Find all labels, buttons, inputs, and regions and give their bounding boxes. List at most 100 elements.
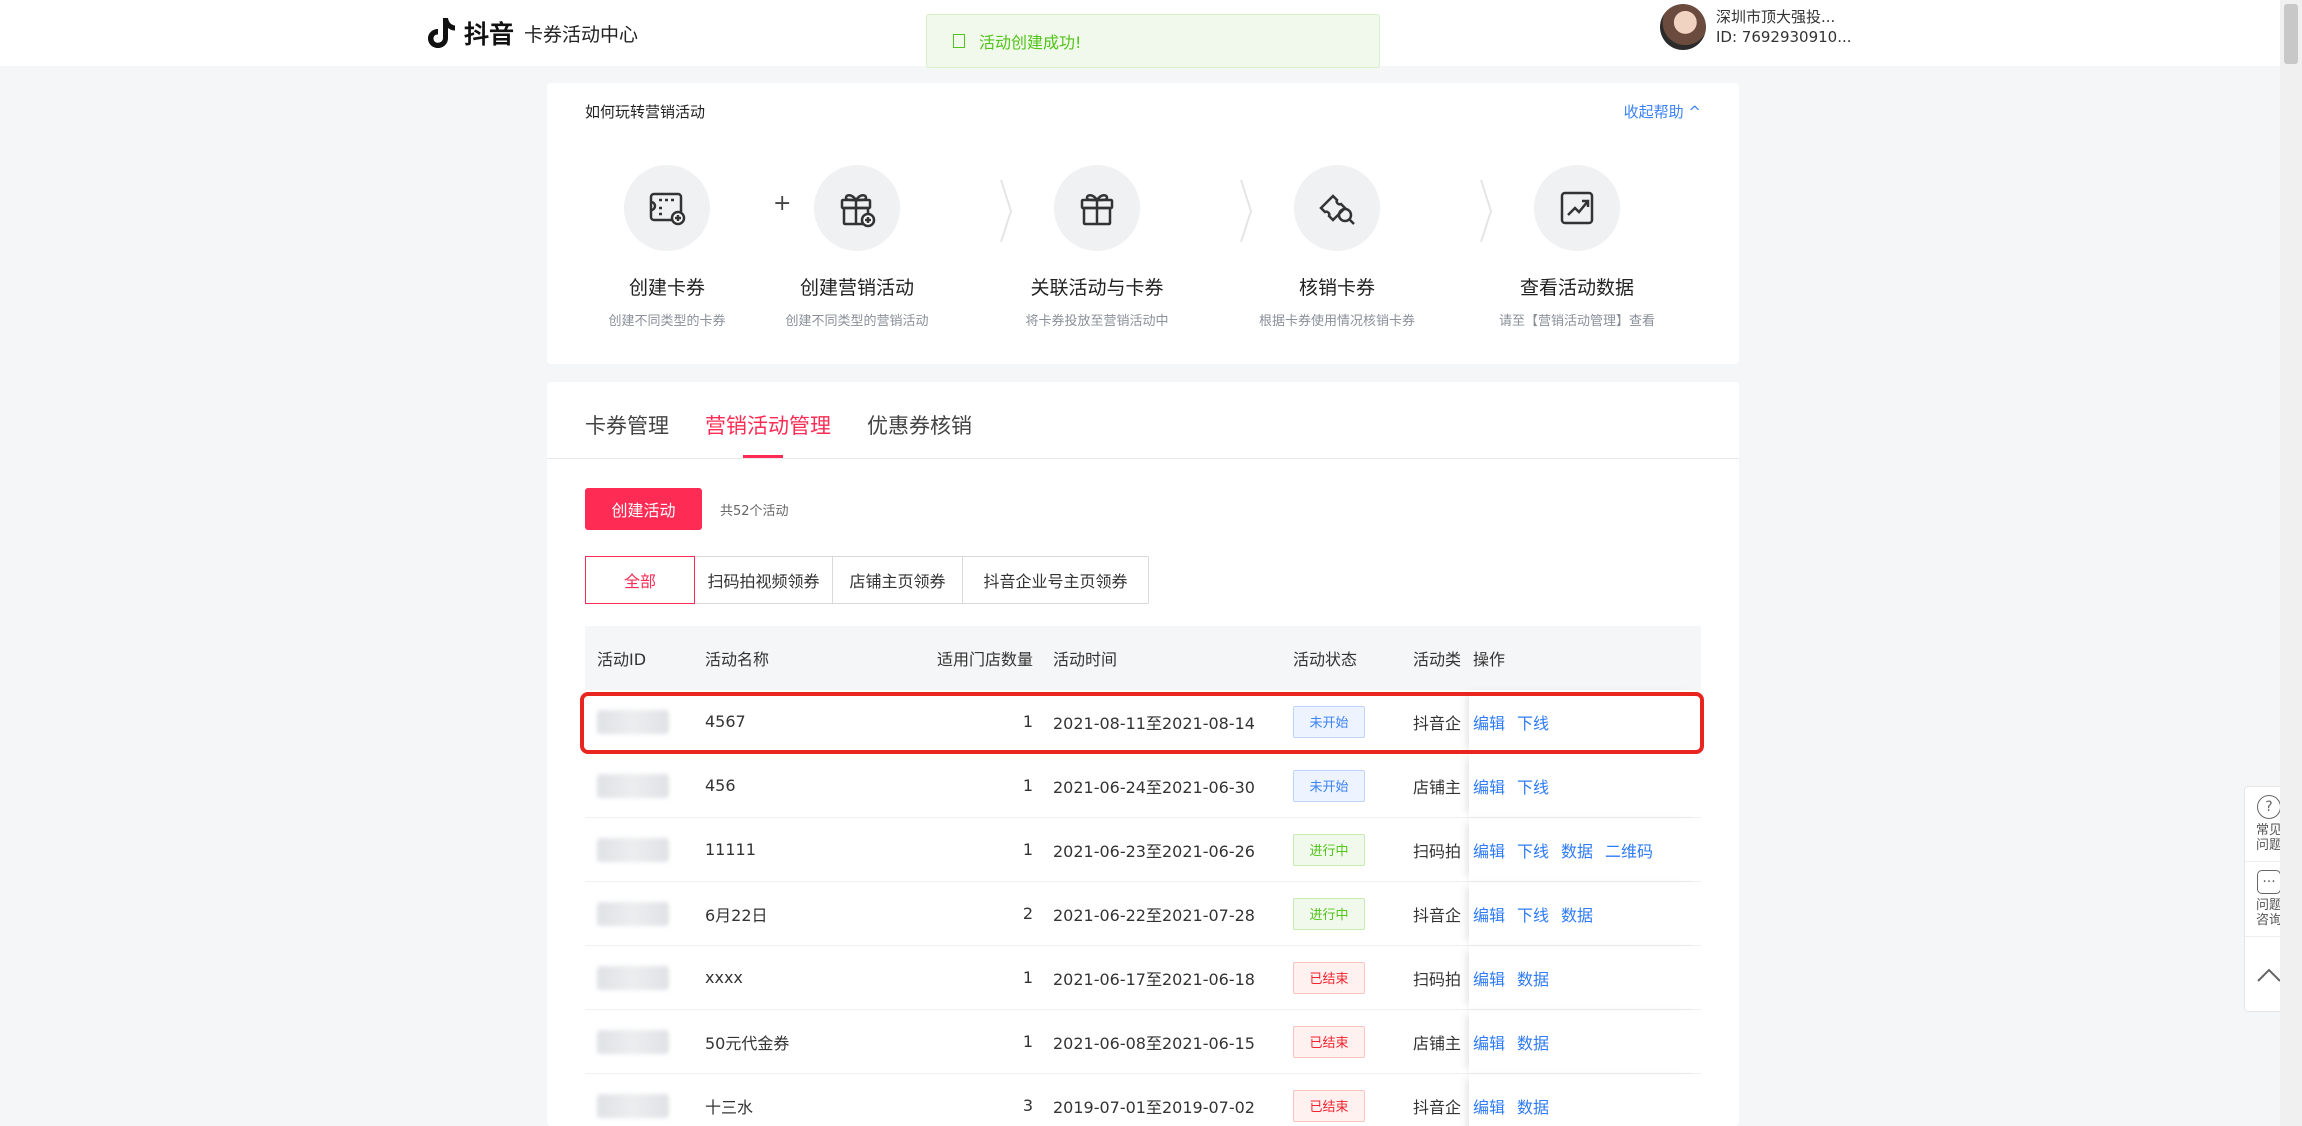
op-link[interactable]: 编辑: [1473, 838, 1505, 862]
activity-id-cell: [585, 1093, 705, 1118]
activity-name-cell: 50元代金券: [705, 1033, 790, 1053]
page-scrollbar[interactable]: [2280, 0, 2302, 1126]
step-link-activity: 关联活动与卡券 将卡券投放至营销活动中: [977, 165, 1217, 329]
activity-id-cell: [585, 965, 705, 990]
col-activity-name: 活动名称: [705, 650, 770, 669]
step-view-data: 查看活动数据 请至【营销活动管理】查看: [1457, 165, 1697, 329]
op-link[interactable]: 编辑: [1473, 1094, 1505, 1118]
table-body: 4567 1 2021-08-11至2021-08-14 未开始 抖音企 编辑 下线 456 1…: [585, 690, 1701, 1126]
status-badge: 已结束: [1293, 1025, 1365, 1058]
col-operations: 操作: [1473, 650, 1506, 669]
activity-time-cell: 2021-06-24至2021-06-30: [1053, 777, 1255, 797]
create-activity-button[interactable]: 创建活动: [585, 488, 702, 530]
activity-id-cell: [585, 773, 705, 798]
table-row: 11111 1 2021-06-23至2021-06-26 进行中 扫码拍 编辑 下线 数据二…: [585, 818, 1701, 882]
filter-douyin-enterprise[interactable]: 抖音企业号主页领券: [962, 557, 1148, 603]
col-activity-time: 活动时间: [1053, 650, 1118, 669]
success-icon: [953, 34, 965, 48]
activity-name-cell: xxxx: [705, 968, 743, 987]
op-link[interactable]: 数据: [1561, 902, 1593, 926]
activity-time-cell: 2021-06-17至2021-06-18: [1053, 969, 1255, 989]
user-info[interactable]: 深圳市顶大强投... ID: 7692930910...: [1660, 2, 1852, 52]
tab-activity-management[interactable]: 营销活动管理: [705, 410, 831, 458]
step-title: 关联活动与卡券: [1030, 277, 1164, 299]
filter-scan-video[interactable]: 扫码拍视频领券: [694, 557, 832, 603]
success-toast: 活动创建成功!: [926, 14, 1380, 68]
tab-coupon-management[interactable]: 卡券管理: [585, 410, 669, 458]
activity-time-cell: 2021-06-22至2021-07-28: [1053, 905, 1255, 925]
coupon-create-icon: [624, 165, 710, 251]
back-to-top-icon: [2257, 968, 2281, 982]
op-link[interactable]: 下线: [1517, 838, 1549, 862]
step-title: 创建营销活动: [799, 277, 914, 299]
chart-icon: [1534, 165, 1620, 251]
activity-time-cell: 2021-06-23至2021-06-26: [1053, 841, 1255, 861]
activity-id-cell: [585, 837, 705, 862]
op-link[interactable]: 编辑: [1473, 966, 1505, 990]
activity-id-cell: [585, 901, 705, 926]
status-cell: 已结束: [1293, 1025, 1413, 1058]
status-badge: 未开始: [1293, 769, 1365, 802]
op-link[interactable]: 下线: [1517, 902, 1549, 926]
app-subtitle: 卡券活动中心: [524, 23, 639, 46]
help-card: 如何玩转营销活动 收起帮助 ^ 创建卡券 创建不同类型的卡券 + 创建营销活动 …: [547, 83, 1739, 364]
help-title: 如何玩转营销活动: [585, 103, 706, 121]
filter-shop-home[interactable]: 店铺主页领券: [832, 557, 962, 603]
op-link[interactable]: 编辑: [1473, 1030, 1505, 1054]
brand-logo[interactable]: 抖音 卡券活动中心: [426, 14, 638, 52]
status-cell: 已结束: [1293, 1089, 1413, 1122]
activity-type-cell: 扫码拍: [1413, 969, 1462, 989]
redacted-id: [597, 773, 669, 798]
store-count-cell: 1: [1022, 1032, 1033, 1051]
table-row: 6月22日 2 2021-06-22至2021-07-28 进行中 抖音企 编辑 下线 数据: [585, 882, 1701, 946]
activity-name-cell: 6月22日: [705, 905, 768, 925]
step-create-activity: 创建营销活动 创建不同类型的营销活动: [737, 165, 977, 329]
activity-type-filter: 全部 扫码拍视频领券 店铺主页领券 抖音企业号主页领券: [585, 556, 1149, 604]
col-activity-status: 活动状态: [1293, 650, 1358, 669]
gift-icon: [1054, 165, 1140, 251]
avatar[interactable]: [1660, 4, 1706, 50]
op-link[interactable]: 数据: [1517, 966, 1549, 990]
filter-all[interactable]: 全部: [585, 556, 695, 604]
op-link[interactable]: 二维码: [1605, 838, 1653, 862]
step-desc: 将卡券投放至营销活动中: [1025, 314, 1169, 329]
redacted-id: [597, 901, 669, 926]
consult-label: 问题咨询: [2255, 898, 2282, 928]
activity-name-cell: 456: [705, 776, 736, 795]
scrollbar-thumb[interactable]: [2284, 4, 2298, 64]
op-link[interactable]: 下线: [1517, 774, 1549, 798]
activity-name-cell: 十三水: [705, 1097, 754, 1117]
activity-type-cell: 店铺主: [1413, 777, 1462, 797]
activity-type-cell: 扫码拍: [1413, 841, 1462, 861]
question-icon: ?: [2257, 795, 2281, 819]
redacted-id: [597, 965, 669, 990]
op-link[interactable]: 编辑: [1473, 774, 1505, 798]
operations-cell: 编辑 下线: [1469, 754, 1701, 817]
status-badge: 进行中: [1293, 897, 1365, 930]
divider: [547, 458, 1739, 459]
step-desc: 创建不同类型的营销活动: [785, 314, 929, 329]
toast-message: 活动创建成功!: [979, 33, 1082, 52]
step-title: 查看活动数据: [1519, 277, 1634, 299]
step-desc: 根据卡券使用情况核销卡券: [1258, 314, 1415, 329]
activity-type-cell: 抖音企: [1413, 1097, 1462, 1117]
operations-cell: 编辑 下线 数据: [1469, 882, 1701, 945]
op-link[interactable]: 数据: [1517, 1030, 1549, 1054]
main-tabs: 卡券管理 营销活动管理 优惠券核销: [585, 410, 972, 458]
tab-coupon-verification[interactable]: 优惠券核销: [867, 410, 972, 458]
table-row: 456 1 2021-06-24至2021-06-30 未开始 店铺主 编辑 下线: [585, 754, 1701, 818]
op-link[interactable]: 编辑: [1473, 902, 1505, 926]
step-verify-coupon: 核销卡券 根据卡券使用情况核销卡券: [1217, 165, 1457, 329]
chat-icon: ···: [2257, 870, 2281, 894]
step-title: 核销卡券: [1298, 277, 1375, 299]
operations-cell: 编辑 数据: [1469, 1010, 1701, 1073]
op-link[interactable]: 数据: [1561, 838, 1593, 862]
user-name: 深圳市顶大强投...: [1716, 8, 1836, 26]
redacted-id: [597, 1029, 669, 1054]
activity-time-cell: 2021-06-08至2021-06-15: [1053, 1033, 1255, 1053]
collapse-help-link[interactable]: 收起帮助 ^: [1624, 101, 1701, 122]
highlight-box: [580, 692, 1704, 754]
status-cell: 未开始: [1293, 769, 1413, 802]
col-store-count: 适用门店数量: [936, 650, 1033, 669]
op-link[interactable]: 数据: [1517, 1094, 1549, 1118]
